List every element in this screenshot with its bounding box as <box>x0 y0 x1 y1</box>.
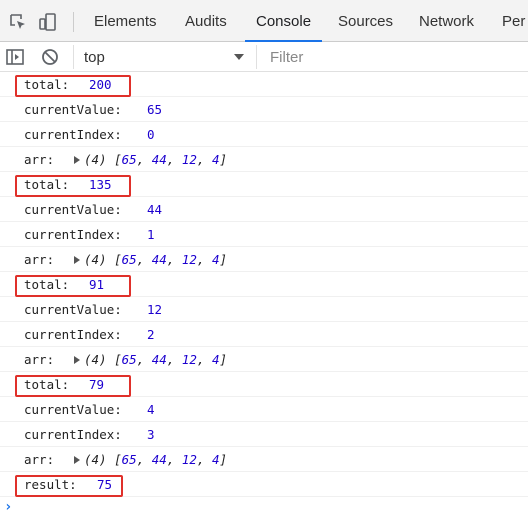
array-item: 12 <box>181 352 197 367</box>
console-log-row: currentIndex: 1 <box>0 222 528 247</box>
log-label: currentValue: <box>24 102 122 117</box>
array-item: 4 <box>212 252 220 267</box>
expand-arrow-icon[interactable] <box>74 256 80 264</box>
array-length: (4) <box>84 452 107 467</box>
console-log-row: total: 135 <box>0 172 528 197</box>
expand-arrow-icon[interactable] <box>74 156 80 164</box>
log-value: 1 <box>147 227 155 242</box>
array-preview[interactable]: (4) [65, 44, 12, 4] <box>74 147 227 172</box>
array-length: (4) <box>84 152 107 167</box>
show-sidebar-icon[interactable] <box>5 47 25 67</box>
console-log-row: total: 79 <box>0 372 528 397</box>
log-value: 12 <box>147 302 163 317</box>
console-output: total: 200 currentValue: 65 currentIndex: 0 ar… <box>0 72 528 517</box>
console-log-row: arr: (4) [65, 44, 12, 4] <box>0 347 528 372</box>
array-item: 65 <box>121 152 137 167</box>
log-label: result: <box>24 477 77 492</box>
array-item: 4 <box>212 452 220 467</box>
console-log-row: currentValue: 12 <box>0 297 528 322</box>
console-toolbar: top <box>0 42 528 72</box>
filter-input[interactable] <box>262 44 528 70</box>
console-prompt-row[interactable]: › <box>0 497 528 517</box>
log-value: 2 <box>147 327 155 342</box>
tab-network[interactable]: Network <box>419 0 474 42</box>
log-label: currentValue: <box>24 302 122 317</box>
log-label: arr: <box>24 152 55 167</box>
log-label: total: <box>24 377 70 392</box>
log-label: currentIndex: <box>24 127 122 142</box>
device-toolbar-icon[interactable] <box>38 12 58 32</box>
log-label: arr: <box>24 252 55 267</box>
console-log-row: result: 75 <box>0 472 528 497</box>
array-item: 12 <box>181 452 197 467</box>
log-value: 65 <box>147 102 163 117</box>
tab-performance[interactable]: Per <box>502 0 525 42</box>
console-log-row: arr: (4) [65, 44, 12, 4] <box>0 247 528 272</box>
array-item: 4 <box>212 152 220 167</box>
console-log-row: arr: (4) [65, 44, 12, 4] <box>0 447 528 472</box>
array-item: 65 <box>121 252 137 267</box>
chevron-down-icon <box>234 54 244 60</box>
array-item: 44 <box>151 152 167 167</box>
array-preview[interactable]: (4) [65, 44, 12, 4] <box>74 447 227 472</box>
console-log-row: total: 91 <box>0 272 528 297</box>
expand-arrow-icon[interactable] <box>74 356 80 364</box>
array-preview[interactable]: (4) [65, 44, 12, 4] <box>74 347 227 372</box>
tab-console[interactable]: Console <box>245 0 323 42</box>
inspect-element-icon[interactable] <box>8 12 28 32</box>
log-value: 3 <box>147 427 155 442</box>
tab-sources[interactable]: Sources <box>338 0 393 42</box>
console-log-row: currentIndex: 0 <box>0 122 528 147</box>
context-selector[interactable]: top <box>73 45 257 69</box>
log-label: total: <box>24 177 70 192</box>
log-value: 4 <box>147 402 155 417</box>
prompt-chevron-icon: › <box>4 499 13 515</box>
tab-separator <box>73 12 74 32</box>
log-label: total: <box>24 77 70 92</box>
console-log-row: currentIndex: 3 <box>0 422 528 447</box>
array-item: 44 <box>151 452 167 467</box>
array-preview[interactable]: (4) [65, 44, 12, 4] <box>74 247 227 272</box>
log-label: currentIndex: <box>24 427 122 442</box>
tab-elements[interactable]: Elements <box>94 0 157 42</box>
array-item: 44 <box>151 352 167 367</box>
log-label: currentIndex: <box>24 227 122 242</box>
log-value: 0 <box>147 127 155 142</box>
console-log-row: currentValue: 44 <box>0 197 528 222</box>
array-item: 12 <box>181 152 197 167</box>
log-value: 91 <box>89 277 105 292</box>
log-value: 135 <box>89 177 112 192</box>
expand-arrow-icon[interactable] <box>74 456 80 464</box>
array-item: 65 <box>121 452 137 467</box>
log-value: 75 <box>97 477 113 492</box>
context-selector-label: top <box>84 49 105 66</box>
array-item: 65 <box>121 352 137 367</box>
log-value: 44 <box>147 202 163 217</box>
array-length: (4) <box>84 252 107 267</box>
log-label: total: <box>24 277 70 292</box>
console-log-row: total: 200 <box>0 72 528 97</box>
console-log-row: currentIndex: 2 <box>0 322 528 347</box>
tab-audits[interactable]: Audits <box>185 0 227 42</box>
log-label: currentValue: <box>24 202 122 217</box>
devtools-tabbar: Elements Audits Console Sources Network … <box>0 0 528 42</box>
array-item: 44 <box>151 252 167 267</box>
array-length: (4) <box>84 352 107 367</box>
log-label: currentValue: <box>24 402 122 417</box>
log-value: 79 <box>89 377 105 392</box>
array-item: 12 <box>181 252 197 267</box>
log-label: arr: <box>24 352 55 367</box>
console-log-row: currentValue: 4 <box>0 397 528 422</box>
console-log-row: arr: (4) [65, 44, 12, 4] <box>0 147 528 172</box>
log-label: currentIndex: <box>24 327 122 342</box>
array-item: 4 <box>212 352 220 367</box>
log-value: 200 <box>89 77 112 92</box>
console-log-row: currentValue: 65 <box>0 97 528 122</box>
log-label: arr: <box>24 452 55 467</box>
clear-console-icon[interactable] <box>40 47 60 67</box>
